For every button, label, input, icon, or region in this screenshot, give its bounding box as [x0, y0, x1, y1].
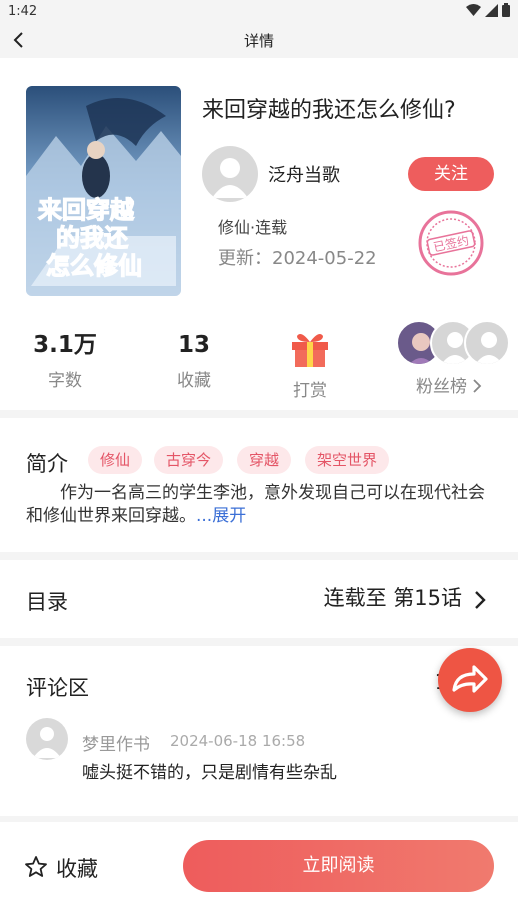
- share-arrow-icon: [452, 665, 488, 693]
- cover-title-line: 的我还: [56, 224, 129, 252]
- comment-text: 嘘头挺不错的，只是剧情有些杂乱: [82, 763, 337, 783]
- author-name[interactable]: 泛舟当歌: [268, 161, 340, 187]
- book-genre: 修仙·连载: [218, 218, 288, 237]
- chevron-right-icon: [475, 591, 486, 609]
- tip-label: 打赏: [293, 381, 327, 401]
- genre-tag[interactable]: 穿越: [237, 446, 292, 474]
- intro-label: 简介: [26, 452, 68, 476]
- cover-title-line: 来回穿越: [38, 196, 135, 224]
- expand-link[interactable]: ...展开: [196, 506, 246, 526]
- follow-button[interactable]: 关注: [408, 157, 494, 191]
- battery-icon: [502, 3, 510, 17]
- genre-tag[interactable]: 古穿今: [154, 446, 224, 474]
- toc-row[interactable]: 目录 连载至 第15话: [0, 560, 518, 638]
- word-count-stat: 3.1万 字数: [30, 328, 100, 391]
- gift-icon: [292, 334, 328, 367]
- status-icons: [466, 3, 510, 17]
- page-title: 详情: [243, 32, 274, 50]
- comment-time: 2024-06-18 16:58: [170, 732, 306, 750]
- book-header-card: 来回穿越 的我还 怎么修仙 来回穿越的我还怎么修仙? 泛舟当歌 关注 修仙·连载…: [0, 58, 518, 410]
- toc-status: 连载至 第15话: [323, 586, 462, 610]
- user-silhouette-icon: [33, 727, 61, 758]
- nav-bar: 详情: [0, 24, 518, 58]
- author-avatar[interactable]: [202, 146, 258, 202]
- commenter-name[interactable]: 梦里作书: [82, 730, 150, 755]
- status-time: 1:42: [8, 4, 38, 19]
- intro-body: 作为一名高三的学生李池，意外发现自己可以在现代社会和修仙世界来回穿越。: [26, 483, 485, 526]
- status-bar: 1:42: [0, 0, 518, 24]
- wifi-icon: [466, 3, 481, 16]
- bottom-action-bar: 收藏 立即阅读: [0, 822, 518, 921]
- favorite-button[interactable]: 收藏: [56, 853, 98, 883]
- fans-ranking-label: 粉丝榜: [416, 377, 467, 397]
- fans-ranking-link[interactable]: 粉丝榜: [416, 372, 482, 397]
- word-count-label: 字数: [48, 371, 82, 391]
- word-count-value: 3.1万: [33, 332, 97, 358]
- toc-label: 目录: [26, 590, 68, 614]
- genre-tag[interactable]: 架空世界: [305, 446, 390, 474]
- favorites-value: 13: [177, 332, 210, 358]
- intro-section: 简介 修仙 古穿今 穿越 架空世界 作为一名高三的学生李池，意外发现自己可以在现…: [0, 418, 518, 552]
- fan-avatar: [464, 320, 510, 366]
- commenter-avatar[interactable]: [26, 718, 68, 760]
- favorites-label: 收藏: [177, 371, 211, 391]
- cover-art: 来回穿越 的我还 怎么修仙: [26, 86, 181, 296]
- cover-title-line: 怎么修仙: [46, 252, 142, 280]
- intro-text: 作为一名高三的学生李池，意外发现自己可以在现代社会和修仙世界来回穿越。...展开: [26, 482, 496, 528]
- chevron-right-icon: [473, 379, 482, 393]
- read-now-button[interactable]: 立即阅读: [183, 840, 494, 892]
- book-cover[interactable]: 来回穿越 的我还 怎么修仙: [26, 86, 181, 296]
- share-button[interactable]: [438, 648, 502, 712]
- comments-label: 评论区: [26, 676, 89, 700]
- book-title: 来回穿越的我还怎么修仙?: [202, 98, 456, 123]
- signed-seal-icon: 已签约: [418, 210, 484, 276]
- signal-icon: [485, 3, 498, 17]
- tip-button[interactable]: 打赏: [280, 328, 340, 401]
- update-date: 更新：2024-05-22: [218, 248, 377, 269]
- genre-tag[interactable]: 修仙: [88, 446, 143, 474]
- fans-avatars[interactable]: [396, 320, 512, 366]
- user-silhouette-icon: [212, 158, 248, 198]
- star-icon[interactable]: [24, 855, 48, 879]
- favorites-stat: 13 收藏: [164, 328, 224, 391]
